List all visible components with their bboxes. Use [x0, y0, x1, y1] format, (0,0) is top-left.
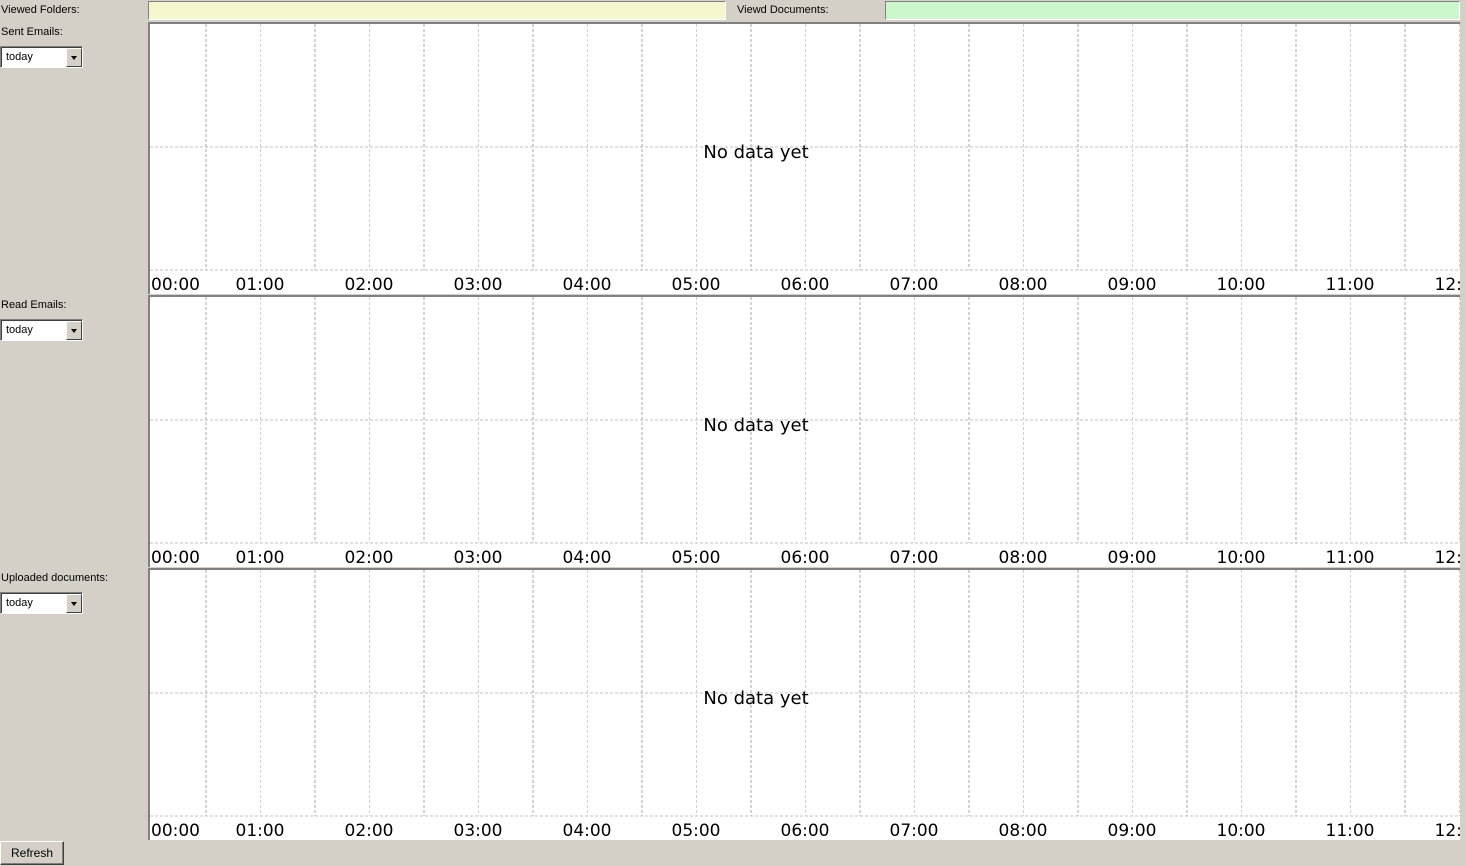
x-tick-label: 02:00	[345, 275, 394, 294]
x-tick-label: 08:00	[999, 821, 1048, 840]
x-tick-label: 03:00	[454, 821, 503, 840]
x-tick-label: 00:00	[151, 821, 200, 840]
x-tick-label: 07:00	[890, 821, 939, 840]
x-tick-label: 12:00	[1435, 548, 1461, 567]
x-tick-label: 03:00	[454, 275, 503, 294]
x-tick-label: 10:00	[1217, 548, 1266, 567]
x-tick-label: 12:00	[1435, 821, 1461, 840]
x-tick-label: 05:00	[672, 821, 721, 840]
x-tick-label: 05:00	[672, 548, 721, 567]
x-tick-label: 01:00	[236, 275, 285, 294]
sent-emails-period-value: today	[6, 51, 33, 63]
x-tick-label: 08:00	[999, 275, 1048, 294]
refresh-button[interactable]: Refresh	[0, 841, 64, 865]
x-tick-label: 09:00	[1108, 548, 1157, 567]
read-emails-label: Read Emails:	[1, 299, 67, 311]
x-tick-label: 06:00	[781, 548, 830, 567]
x-tick-label: 06:00	[781, 821, 830, 840]
read-emails-chart: 00:00 01:00 02:00 03:00 04:00 05:00 06:00 07:00…	[148, 295, 1460, 567]
uploaded-documents-chart: 00:00 01:00 02:00 03:00 04:00 05:00 06:00 07:00…	[148, 568, 1460, 840]
uploaded-documents-label: Uploaded documents:	[1, 572, 109, 584]
chevron-down-icon[interactable]	[66, 321, 82, 340]
x-tick-label: 04:00	[563, 821, 612, 840]
chevron-down-icon[interactable]	[66, 594, 82, 613]
uploaded-documents-no-data: No data yet	[703, 688, 809, 709]
chevron-down-icon[interactable]	[66, 48, 82, 67]
viewed-documents-label: Viewd Documents:	[737, 4, 829, 16]
x-tick-label: 00:00	[151, 275, 200, 294]
x-tick-label: 11:00	[1326, 548, 1375, 567]
viewed-documents-field	[885, 1, 1460, 20]
x-tick-label: 07:00	[890, 275, 939, 294]
x-tick-label: 04:00	[563, 548, 612, 567]
sent-emails-period-select[interactable]: today	[0, 46, 83, 68]
sent-emails-no-data: No data yet	[703, 142, 809, 163]
sent-emails-chart: 00:00 01:00 02:00 03:00 04:00 05:00 06:00 07:00…	[148, 22, 1460, 294]
read-emails-period-value: today	[6, 324, 33, 336]
x-tick-label: 08:00	[999, 548, 1048, 567]
x-tick-label: 00:00	[151, 548, 200, 567]
uploaded-documents-period-select[interactable]: today	[0, 592, 83, 614]
read-emails-no-data: No data yet	[703, 415, 809, 436]
x-tick-label: 11:00	[1326, 821, 1375, 840]
x-tick-label: 10:00	[1217, 821, 1266, 840]
viewed-folders-field	[148, 1, 726, 20]
x-tick-label: 01:00	[236, 821, 285, 840]
x-tick-label: 04:00	[563, 275, 612, 294]
x-tick-label: 01:00	[236, 548, 285, 567]
x-tick-label: 02:00	[345, 548, 394, 567]
x-tick-label: 06:00	[781, 275, 830, 294]
uploaded-documents-period-value: today	[6, 597, 33, 609]
x-tick-label: 09:00	[1108, 275, 1157, 294]
read-emails-period-select[interactable]: today	[0, 319, 83, 341]
x-tick-label: 02:00	[345, 821, 394, 840]
x-tick-label: 03:00	[454, 548, 503, 567]
x-tick-label: 07:00	[890, 548, 939, 567]
x-tick-label: 11:00	[1326, 275, 1375, 294]
x-tick-label: 05:00	[672, 275, 721, 294]
sent-emails-label: Sent Emails:	[1, 26, 63, 38]
x-tick-label: 10:00	[1217, 275, 1266, 294]
x-tick-label: 12:00	[1435, 275, 1461, 294]
viewed-folders-label: Viewed Folders:	[1, 4, 80, 16]
x-tick-label: 09:00	[1108, 821, 1157, 840]
